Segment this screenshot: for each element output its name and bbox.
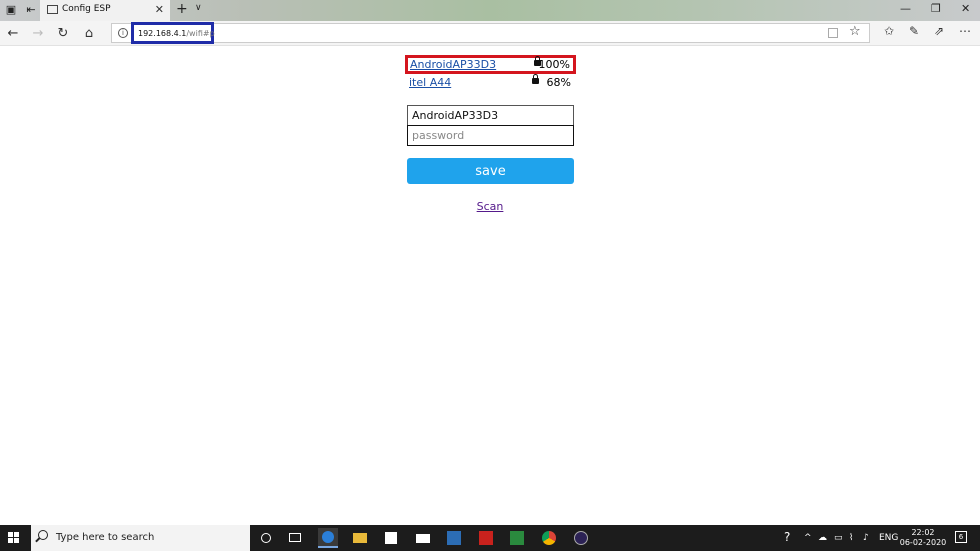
cloud-icon[interactable]: ☁ — [818, 533, 827, 543]
clock[interactable]: 22:02 06-02-2020 — [898, 528, 948, 548]
url-path: /wifi#p — [186, 29, 215, 38]
start-button[interactable] — [8, 532, 20, 544]
sway-icon[interactable] — [444, 528, 464, 548]
arrow-right-icon: → — [32, 26, 44, 41]
clock-time: 22:02 — [911, 528, 935, 537]
network-name-link[interactable]: itel A44 — [409, 76, 451, 89]
forward-button[interactable]: → — [29, 25, 47, 43]
notification-count: 6 — [958, 533, 964, 541]
volume-icon[interactable]: ♪ — [863, 533, 869, 543]
more-icon[interactable]: ⋯ — [959, 24, 971, 38]
network-row[interactable]: AndroidAP33D3 100% — [405, 55, 576, 74]
windows-taskbar: Type here to search ? ^ ☁ ▭ ⌇ ♪ ENG 22:0… — [0, 525, 980, 551]
tab-actions-icon[interactable]: ▣ — [4, 3, 18, 17]
arrow-left-icon: ← — [7, 26, 19, 41]
battery-icon[interactable]: ▭ — [834, 533, 843, 543]
tab-title: Config ESP — [62, 4, 111, 14]
password-input[interactable] — [407, 125, 574, 146]
lock-icon — [532, 74, 539, 84]
scan-link: Scan — [0, 200, 980, 213]
refresh-button[interactable]: ↻ — [54, 25, 72, 43]
favorites-icon[interactable]: ✩ — [884, 24, 894, 38]
eclipse-icon[interactable] — [571, 528, 591, 548]
store-icon[interactable] — [381, 528, 401, 548]
cortana-icon[interactable] — [256, 528, 276, 548]
search-icon — [38, 530, 48, 540]
home-button[interactable]: ⌂ — [80, 25, 98, 43]
home-icon: ⌂ — [84, 26, 94, 41]
page-favicon-icon — [47, 5, 58, 14]
set-aside-tabs-icon[interactable]: ⇤ — [24, 3, 38, 17]
browser-tab-bar: ▣ ⇤ Config ESP ✕ + ∨ — ❐ ✕ — [0, 0, 980, 21]
network-name-link[interactable]: AndroidAP33D3 — [410, 58, 496, 71]
task-view-icon[interactable] — [285, 528, 305, 548]
new-tab-button[interactable]: + — [176, 1, 188, 17]
browser-toolbar: ← → ↻ ⌂ i 192.168.4.1/wifi#p ☆ ✩ ✎ ⇗ ⋯ — [0, 21, 980, 46]
url-highlight-box[interactable]: 192.168.4.1/wifi#p — [131, 22, 215, 44]
notification-center-icon[interactable]: 6 — [955, 531, 967, 543]
mail-icon[interactable] — [413, 528, 433, 548]
close-tab-icon[interactable]: ✕ — [155, 3, 164, 16]
taskbar-search-box[interactable]: Type here to search — [31, 525, 250, 551]
edge-browser-icon[interactable] — [318, 528, 338, 548]
restore-button[interactable]: ❐ — [931, 2, 941, 15]
network-list: AndroidAP33D3 100% itel A44 68% — [405, 55, 576, 93]
chrome-icon[interactable] — [539, 528, 559, 548]
site-info-icon[interactable]: i — [118, 28, 128, 38]
pen-icon[interactable]: ✎ — [909, 24, 919, 38]
back-button[interactable]: ← — [4, 25, 22, 43]
scan-link-label[interactable]: Scan — [477, 200, 504, 213]
tab-preview-dropdown-icon[interactable]: ∨ — [195, 3, 202, 13]
close-window-button[interactable]: ✕ — [961, 2, 970, 15]
star-icon[interactable]: ☆ — [849, 24, 861, 39]
tab-config-esp[interactable]: Config ESP ✕ — [40, 0, 170, 21]
signal-quality: 100% — [538, 58, 570, 71]
network-icon[interactable]: ⌇ — [849, 533, 853, 543]
help-icon[interactable]: ? — [784, 530, 790, 544]
file-explorer-icon[interactable] — [350, 528, 370, 548]
save-button[interactable]: save — [407, 158, 574, 184]
language-indicator[interactable]: ENG — [879, 533, 898, 543]
url-host: 192.168.4.1 — [138, 29, 187, 38]
acrobat-icon[interactable] — [476, 528, 496, 548]
network-row[interactable]: itel A44 68% — [405, 74, 576, 93]
reading-view-icon[interactable] — [828, 28, 838, 38]
excel-icon[interactable] — [507, 528, 527, 548]
signal-quality: 68% — [546, 76, 571, 89]
clock-date: 06-02-2020 — [899, 538, 947, 547]
refresh-icon: ↻ — [57, 26, 69, 41]
address-bar[interactable]: i 192.168.4.1/wifi#p ☆ — [111, 22, 870, 44]
search-placeholder: Type here to search — [56, 532, 155, 543]
share-icon[interactable]: ⇗ — [934, 24, 944, 38]
minimize-button[interactable]: — — [900, 2, 911, 15]
chevron-up-icon[interactable]: ^ — [804, 533, 812, 543]
ssid-input[interactable] — [407, 105, 574, 126]
